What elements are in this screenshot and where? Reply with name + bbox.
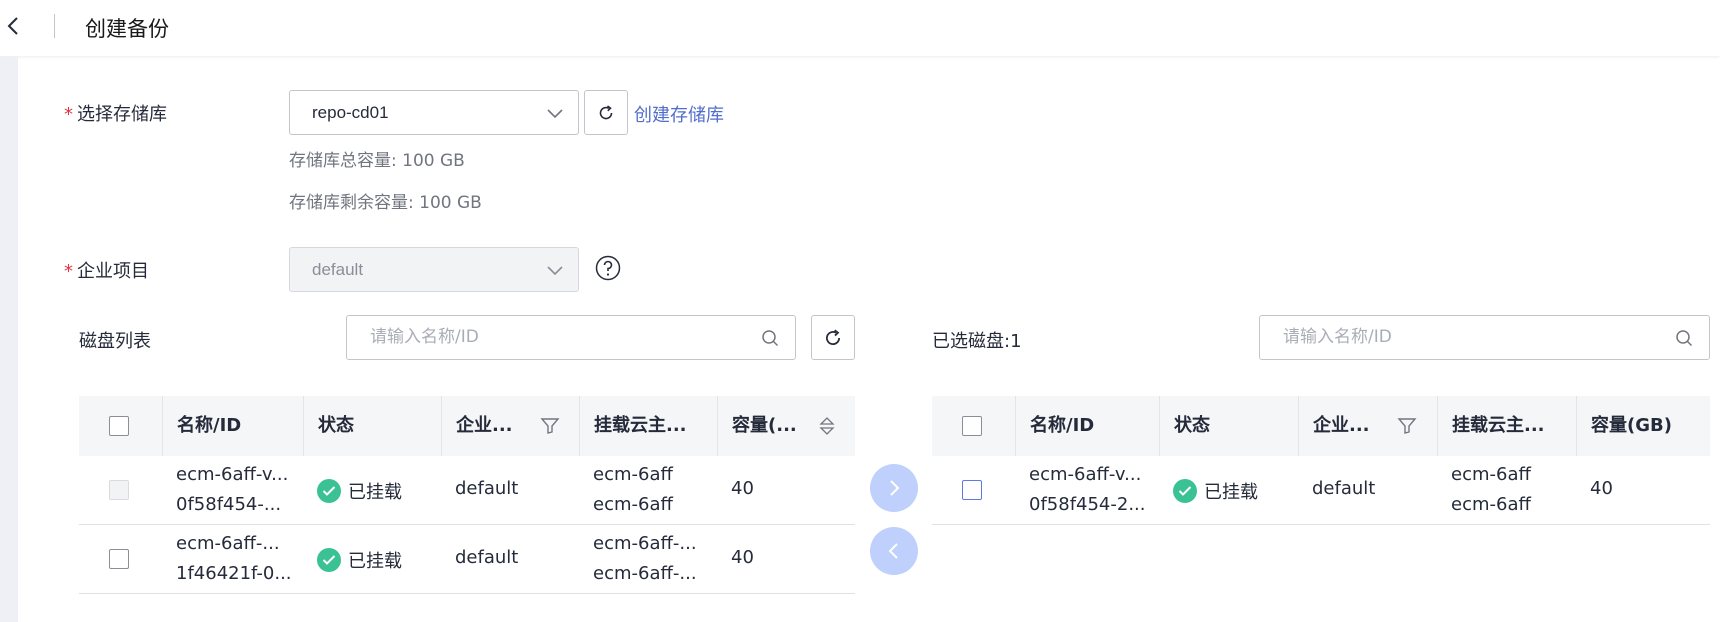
column-header: 容量(GB) bbox=[1576, 396, 1710, 456]
required-mark: * bbox=[64, 104, 73, 125]
disk-name: ecm-6aff-v... bbox=[176, 464, 289, 485]
project-select: default bbox=[289, 247, 579, 292]
column-header-label: 企业... bbox=[456, 415, 513, 436]
search-icon bbox=[1676, 330, 1693, 347]
column-header: 挂载云主... bbox=[1437, 396, 1576, 456]
repo-select[interactable]: repo-cd01 bbox=[289, 90, 579, 135]
repo-select-value: repo-cd01 bbox=[312, 103, 389, 122]
project-cell: default bbox=[1312, 478, 1376, 499]
capacity-cell: 40 bbox=[731, 478, 754, 499]
left-strip bbox=[0, 56, 18, 622]
top-bar: 创建备份 bbox=[0, 0, 1720, 56]
disk-table: 名称/ID 状态 企业... 挂载云主... 容量(... ecm-6aff-v… bbox=[79, 396, 855, 596]
select-all-checkbox[interactable] bbox=[109, 416, 129, 436]
chevron-down-icon bbox=[547, 266, 563, 276]
required-mark: * bbox=[64, 261, 73, 282]
project-label: * 企业项目 bbox=[64, 257, 149, 283]
repo-label: * 选择存储库 bbox=[64, 100, 167, 126]
selected-disks-title: 已选磁盘:1 bbox=[932, 331, 1022, 352]
status-badge: 已挂载 bbox=[317, 478, 402, 504]
status-badge: 已挂载 bbox=[317, 547, 402, 573]
help-icon[interactable] bbox=[595, 255, 621, 281]
row-checkbox[interactable] bbox=[109, 549, 129, 569]
selected-search-input[interactable]: 请输入名称/ID bbox=[1259, 315, 1710, 360]
search-icon bbox=[762, 330, 779, 347]
column-header: 名称/ID bbox=[162, 396, 303, 456]
back-arrow-icon[interactable] bbox=[6, 14, 26, 38]
selected-search-placeholder: 请输入名称/ID bbox=[1283, 327, 1392, 347]
disk-name: ecm-6aff-v... bbox=[1029, 464, 1142, 485]
disk-search-input[interactable]: 请输入名称/ID bbox=[346, 315, 796, 360]
filter-icon[interactable] bbox=[540, 416, 560, 436]
column-header: 挂载云主... bbox=[579, 396, 717, 456]
table-header: 名称/ID 状态 企业... 挂载云主... 容量(GB) bbox=[932, 396, 1710, 456]
sort-icon[interactable] bbox=[818, 416, 836, 436]
filter-icon[interactable] bbox=[1397, 416, 1417, 436]
select-all-checkbox[interactable] bbox=[962, 416, 982, 436]
project-cell: default bbox=[455, 478, 519, 499]
check-icon bbox=[317, 548, 341, 572]
refresh-icon bbox=[599, 104, 613, 119]
arrow-right-icon bbox=[890, 480, 900, 496]
column-header-project[interactable]: 企业... bbox=[441, 396, 579, 456]
status-text: 已挂载 bbox=[1204, 482, 1258, 503]
status-text: 已挂载 bbox=[348, 551, 402, 572]
disk-name: ecm-6aff-... bbox=[176, 533, 280, 554]
status-text: 已挂载 bbox=[348, 482, 402, 503]
check-icon bbox=[317, 479, 341, 503]
row-checkbox bbox=[109, 480, 129, 500]
column-header-capacity[interactable]: 容量(... bbox=[717, 396, 855, 456]
disk-search-placeholder: 请输入名称/ID bbox=[370, 327, 479, 347]
page-title: 创建备份 bbox=[85, 17, 169, 41]
capacity-cell: 40 bbox=[1590, 478, 1613, 499]
selected-disk-table: 名称/ID 状态 企业... 挂载云主... 容量(GB) ecm-6aff-v… bbox=[932, 396, 1710, 536]
table-header: 名称/ID 状态 企业... 挂载云主... 容量(... bbox=[79, 396, 855, 456]
total-capacity: 存储库总容量: 100 GB bbox=[289, 151, 465, 171]
create-repo-link[interactable]: 创建存储库 bbox=[634, 101, 724, 127]
column-header-label: 容量(... bbox=[732, 415, 797, 436]
move-right-button[interactable] bbox=[870, 464, 918, 512]
disk-id: 1f46421f-0... bbox=[176, 563, 292, 584]
capacity-cell: 40 bbox=[731, 547, 754, 568]
check-icon bbox=[1173, 479, 1197, 503]
project-select-value: default bbox=[312, 260, 364, 279]
move-left-button[interactable] bbox=[870, 527, 918, 575]
repo-refresh-button[interactable] bbox=[584, 90, 628, 135]
disk-id: 0f58f454-2... bbox=[1029, 494, 1146, 515]
project-cell: default bbox=[455, 547, 519, 568]
host-id: ecm-6aff bbox=[593, 494, 673, 515]
host-id: ecm-6aff bbox=[1451, 494, 1531, 515]
column-header-project[interactable]: 企业... bbox=[1298, 396, 1437, 456]
table-row[interactable]: ecm-6aff-v... 0f58f454-... 已挂载 default e… bbox=[79, 456, 855, 525]
repo-label-text: 选择存储库 bbox=[77, 104, 167, 125]
host-name: ecm-6aff bbox=[593, 464, 673, 485]
row-checkbox[interactable] bbox=[962, 480, 982, 500]
project-label-text: 企业项目 bbox=[77, 261, 149, 282]
column-header: 名称/ID bbox=[1015, 396, 1159, 456]
disk-list-title: 磁盘列表 bbox=[79, 331, 151, 352]
column-header: 状态 bbox=[303, 396, 441, 456]
host-name: ecm-6aff-... bbox=[593, 533, 697, 554]
host-name: ecm-6aff bbox=[1451, 464, 1531, 485]
remaining-capacity: 存储库剩余容量: 100 GB bbox=[289, 193, 482, 213]
column-header-label: 企业... bbox=[1313, 415, 1370, 436]
arrow-left-icon bbox=[888, 543, 898, 559]
chevron-down-icon bbox=[547, 109, 563, 119]
table-row[interactable]: ecm-6aff-v... 0f58f454-2... 已挂载 default … bbox=[932, 456, 1710, 525]
refresh-icon bbox=[826, 329, 841, 345]
header-divider bbox=[54, 14, 55, 38]
status-badge: 已挂载 bbox=[1173, 478, 1258, 504]
column-header: 状态 bbox=[1159, 396, 1298, 456]
table-row[interactable]: ecm-6aff-... 1f46421f-0... 已挂载 default e… bbox=[79, 525, 855, 594]
disk-id: 0f58f454-... bbox=[176, 494, 282, 515]
disk-refresh-button[interactable] bbox=[811, 315, 855, 360]
host-id: ecm-6aff-... bbox=[593, 563, 697, 584]
